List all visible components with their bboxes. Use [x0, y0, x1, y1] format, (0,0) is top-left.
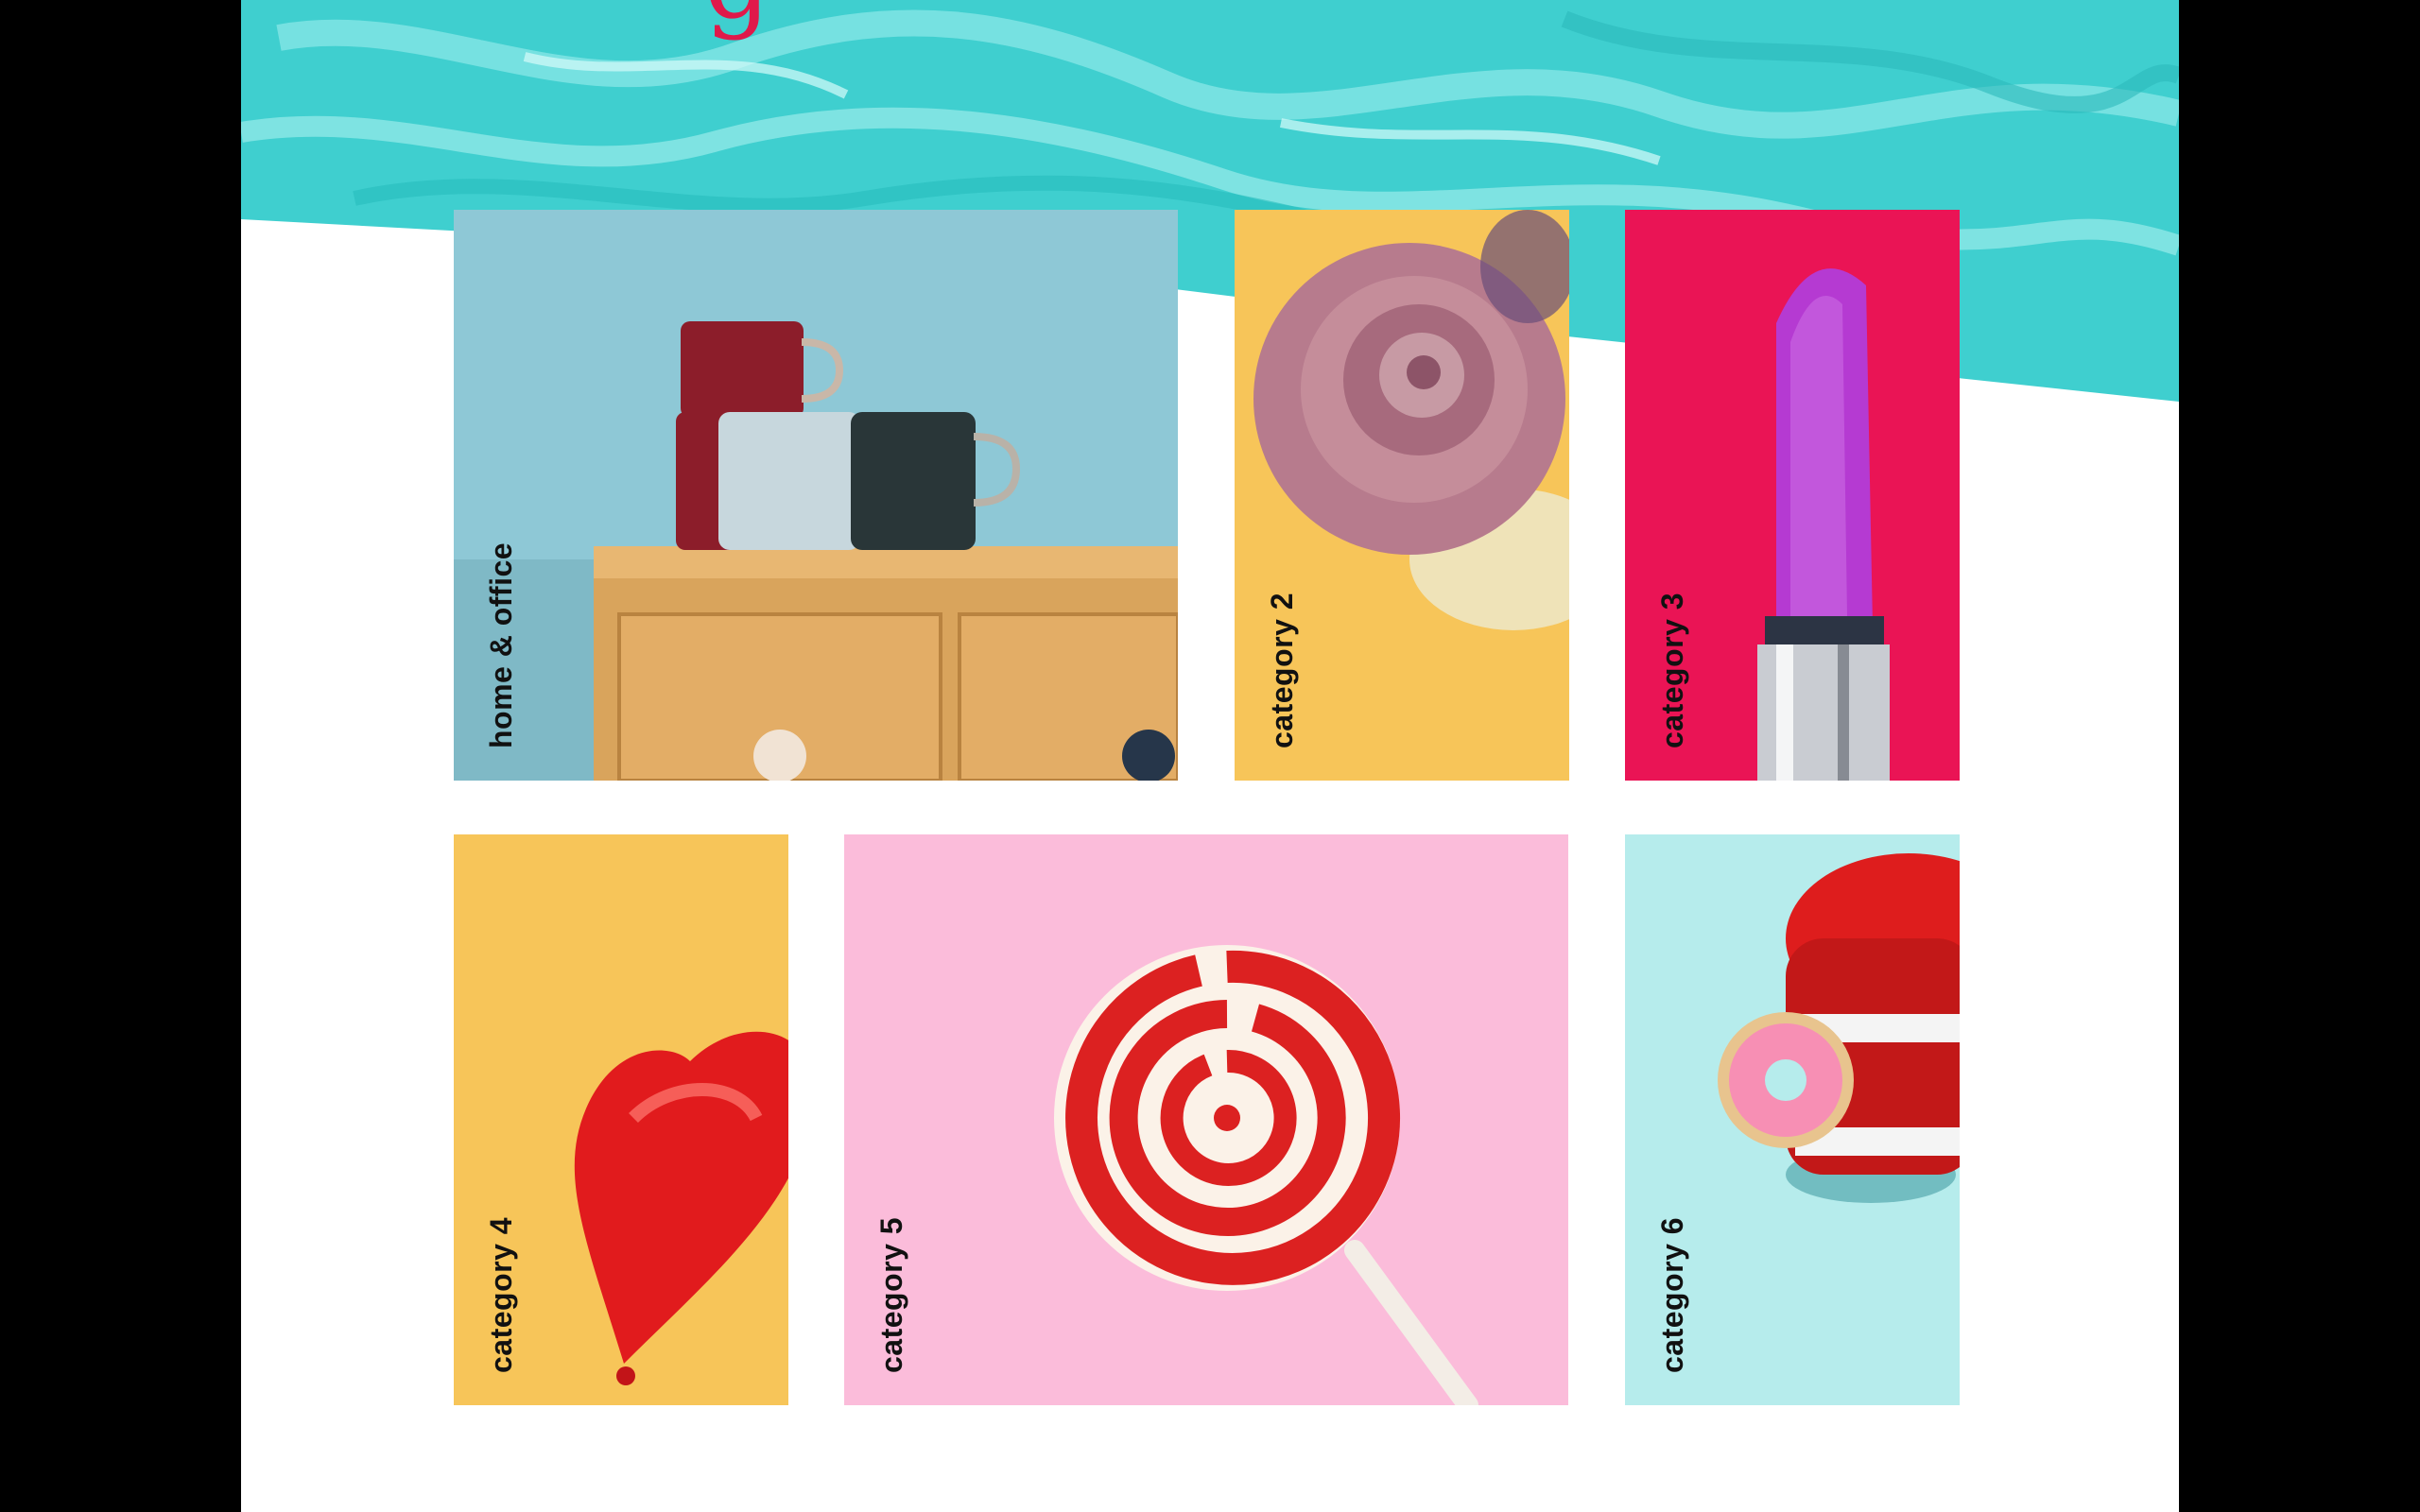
category-tile-2[interactable]: category 2 — [1235, 210, 1569, 781]
category-label: category 6 — [1655, 1216, 1689, 1373]
content-area: g home & office — [241, 0, 2179, 1512]
category-tile-5[interactable]: category 5 — [844, 834, 1568, 1405]
category-label: category 3 — [1655, 592, 1689, 748]
category-label: category 2 — [1265, 592, 1299, 748]
mugs-on-drawer-image — [454, 210, 1178, 781]
category-tile-4[interactable]: category 4 — [454, 834, 788, 1405]
category-tile-home-office[interactable]: home & office — [454, 210, 1178, 781]
header-title-fragment: g — [704, 0, 818, 33]
category-tile-3[interactable]: category 3 — [1625, 210, 1960, 781]
lollipop-image — [844, 834, 1568, 1405]
category-label: category 4 — [484, 1216, 518, 1373]
category-tile-6[interactable]: category 6 — [1625, 834, 1960, 1405]
category-label: category 5 — [874, 1216, 908, 1373]
category-label: home & office — [484, 541, 518, 748]
